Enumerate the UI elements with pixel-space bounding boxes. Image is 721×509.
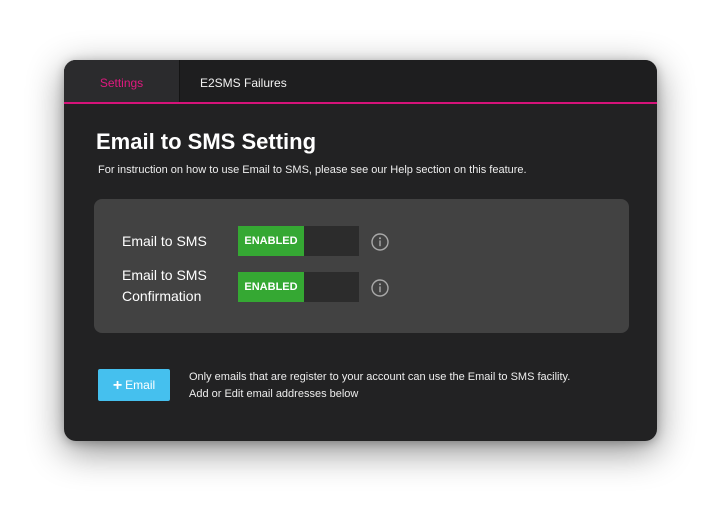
email-to-sms-label: Email to SMS bbox=[122, 233, 207, 249]
tab-bar: Settings E2SMS Failures bbox=[64, 60, 657, 104]
add-email-button-label: Email bbox=[125, 378, 156, 392]
settings-panel: Email to SMS ENABLED Email to SMS Confir… bbox=[94, 199, 629, 333]
email-to-sms-confirmation-label-line2: Confirmation bbox=[122, 288, 202, 304]
toggle-state-label: ENABLED bbox=[238, 226, 304, 256]
email-to-sms-confirmation-toggle[interactable]: ENABLED bbox=[238, 272, 359, 302]
email-to-sms-toggle[interactable]: ENABLED bbox=[238, 226, 359, 256]
tab-settings[interactable]: Settings bbox=[64, 60, 180, 102]
info-icon[interactable] bbox=[371, 233, 389, 251]
add-email-button[interactable]: + Email bbox=[98, 369, 170, 401]
plus-icon: + bbox=[112, 377, 123, 394]
info-icon[interactable] bbox=[371, 279, 389, 297]
email-to-sms-confirmation-label-line1: Email to SMS bbox=[122, 267, 207, 283]
email-facility-note-line1: Only emails that are register to your ac… bbox=[189, 371, 571, 383]
tab-e2sms-failures[interactable]: E2SMS Failures bbox=[200, 60, 287, 102]
email-facility-note-line2: Add or Edit email addresses below bbox=[189, 388, 359, 400]
toggle-state-label: ENABLED bbox=[238, 272, 304, 302]
stage: Settings E2SMS Failures Email to SMS Set… bbox=[0, 0, 721, 509]
page-subtitle: For instruction on how to use Email to S… bbox=[98, 164, 527, 176]
email-to-sms-confirmation-label: Email to SMS Confirmation bbox=[122, 265, 207, 307]
page-title: Email to SMS Setting bbox=[96, 129, 317, 154]
email-facility-note: Only emails that are register to your ac… bbox=[189, 369, 570, 403]
settings-window: Settings E2SMS Failures Email to SMS Set… bbox=[64, 60, 657, 441]
